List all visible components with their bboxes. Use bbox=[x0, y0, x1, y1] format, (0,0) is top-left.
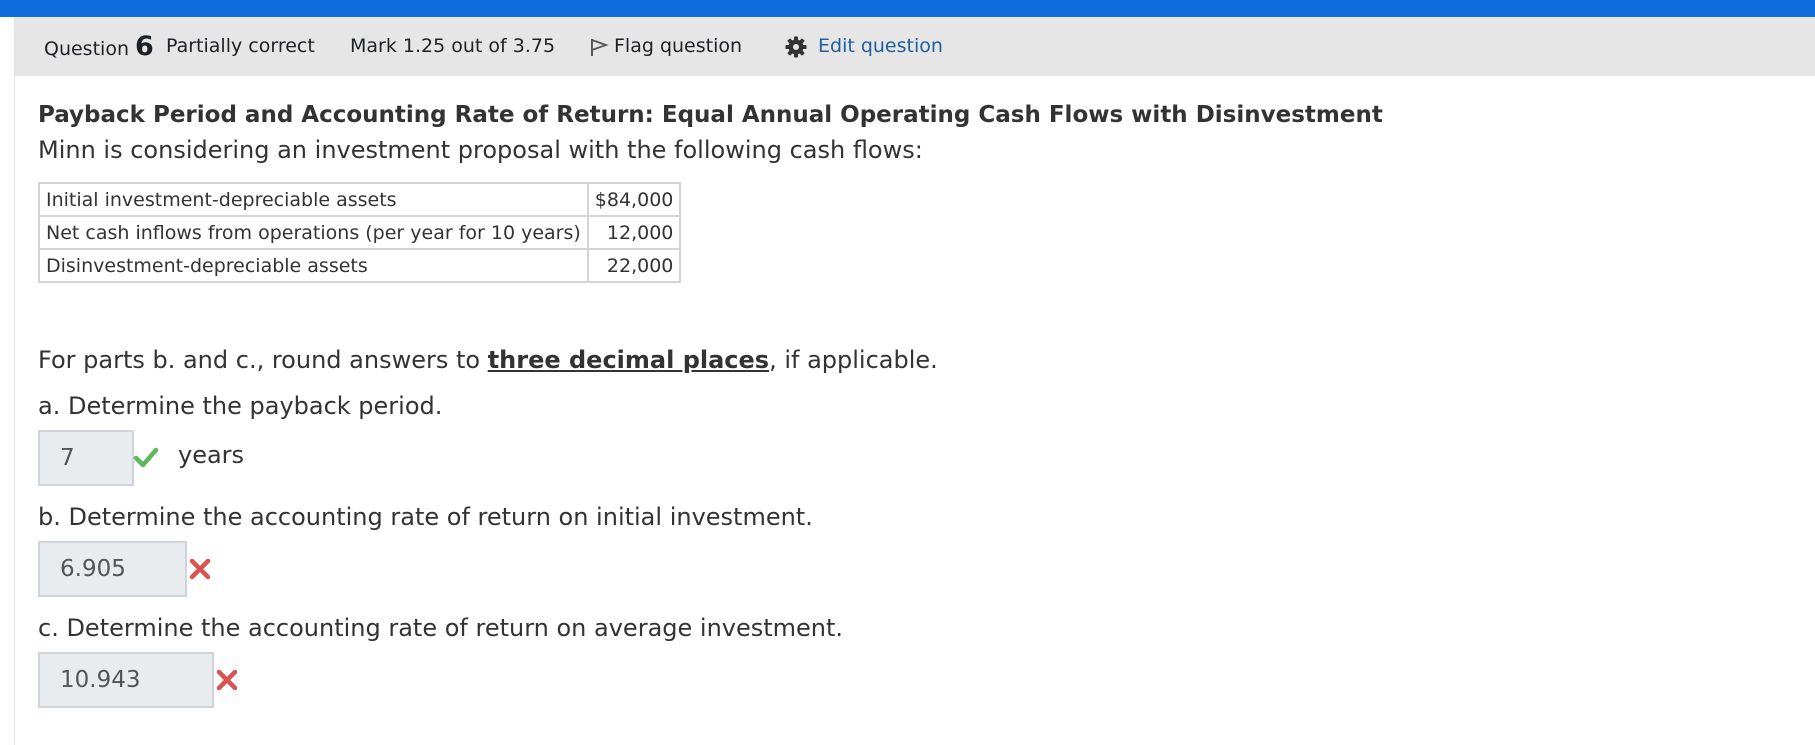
part-a-answer-input[interactable]: 7 bbox=[38, 430, 134, 486]
table-cell-amount: 12,000 bbox=[586, 215, 682, 250]
edit-question-label: Edit question bbox=[818, 35, 943, 57]
flag-question-label: Flag question bbox=[614, 35, 743, 57]
question-title: Payback Period and Accounting Rate of Re… bbox=[38, 102, 1383, 128]
left-gutter bbox=[0, 17, 15, 745]
table-cell-label: Initial investment-depreciable assets bbox=[38, 182, 589, 217]
table-cell-amount: $84,000 bbox=[586, 182, 682, 217]
flag-question-button[interactable]: Flag question bbox=[588, 17, 742, 76]
cash-flow-table: Initial investment-depreciable assets $8… bbox=[38, 182, 682, 283]
table-row: Initial investment-depreciable assets $8… bbox=[38, 182, 682, 217]
edit-question-link[interactable]: Edit question bbox=[784, 17, 943, 76]
part-c-label: c. Determine the accounting rate of retu… bbox=[38, 614, 844, 642]
part-c-answer-input[interactable]: 10.943 bbox=[38, 652, 214, 708]
question-status: Partially correct bbox=[166, 35, 315, 57]
question-word: Question bbox=[44, 38, 129, 60]
table-cell-amount: 22,000 bbox=[586, 248, 682, 283]
cross-icon bbox=[216, 669, 238, 691]
part-a-unit: years bbox=[178, 441, 245, 469]
question-mark: Mark 1.25 out of 3.75 bbox=[350, 35, 556, 57]
flag-icon bbox=[591, 38, 609, 56]
question-intro: Minn is considering an investment propos… bbox=[38, 136, 923, 164]
part-b-answer-input[interactable]: 6.905 bbox=[38, 541, 187, 597]
table-cell-label: Net cash inflows from operations (per ye… bbox=[38, 215, 589, 250]
part-b-label: b. Determine the accounting rate of retu… bbox=[38, 503, 813, 531]
top-accent-bar bbox=[0, 0, 1815, 17]
rounding-note-prefix: For parts b. and c., round answers to bbox=[38, 346, 488, 374]
gear-icon bbox=[785, 36, 807, 57]
rounding-note-suffix: , if applicable. bbox=[769, 346, 938, 374]
question-info-bar: Question 6 Partially correct Mark 1.25 o… bbox=[14, 17, 1815, 76]
table-row: Disinvestment-depreciable assets 22,000 bbox=[38, 248, 682, 283]
question-number: Question 6 bbox=[44, 17, 154, 76]
table-row: Net cash inflows from operations (per ye… bbox=[38, 215, 682, 250]
check-icon bbox=[133, 447, 159, 468]
rounding-note-emphasis: three decimal places bbox=[487, 346, 770, 374]
rounding-note: For parts b. and c., round answers to th… bbox=[38, 346, 938, 374]
question-number-value: 6 bbox=[135, 31, 154, 62]
table-cell-label: Disinvestment-depreciable assets bbox=[38, 248, 589, 283]
part-a-label: a. Determine the payback period. bbox=[38, 392, 443, 420]
cross-icon bbox=[189, 558, 211, 580]
